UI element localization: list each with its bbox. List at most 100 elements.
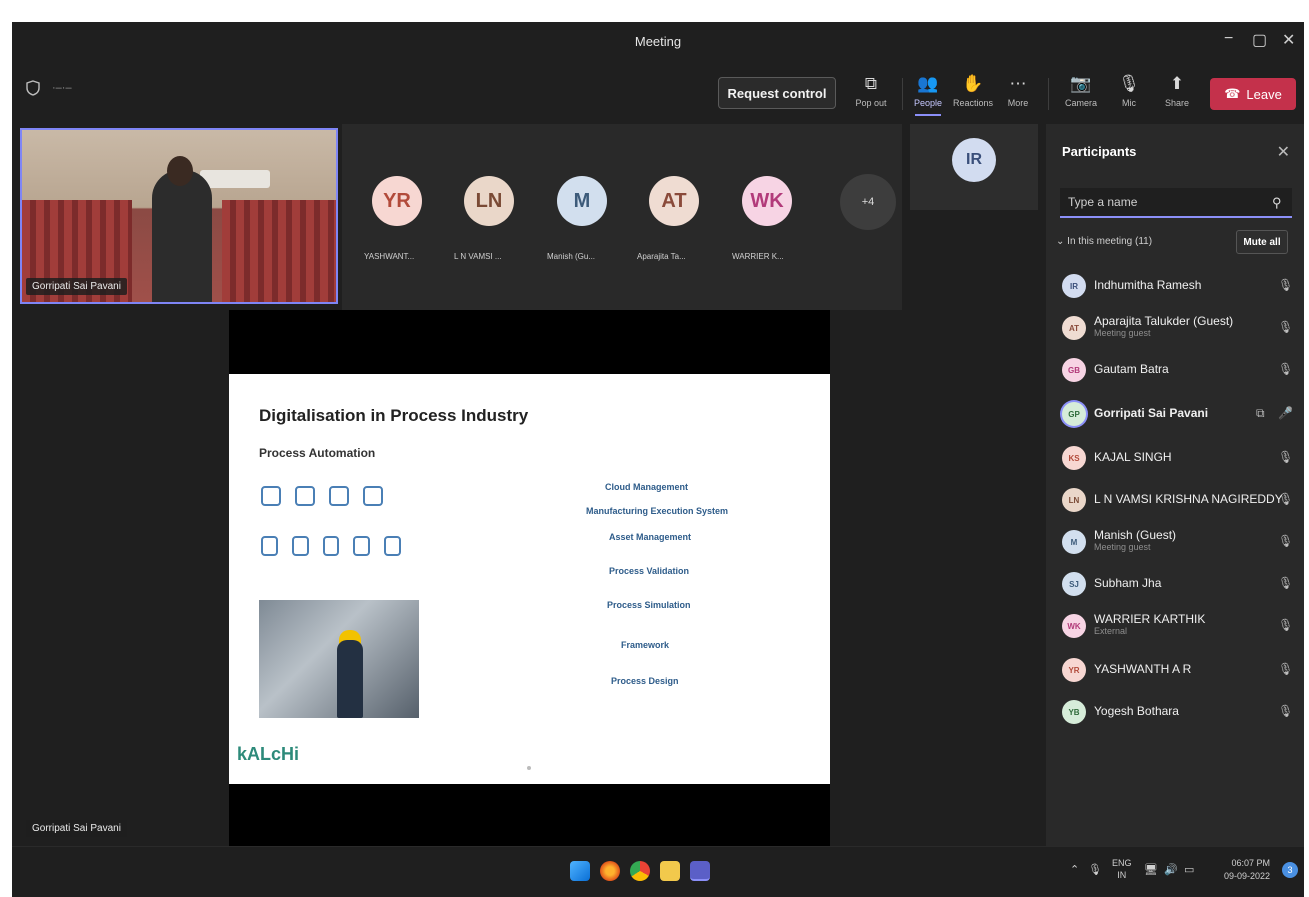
pop-out-label: Pop out bbox=[855, 98, 887, 108]
mic-label: Mic bbox=[1122, 98, 1136, 108]
windows-start-icon[interactable] bbox=[570, 861, 590, 881]
ir-video-tile[interactable]: IR bbox=[910, 124, 1038, 210]
participant-role: Meeting guest bbox=[1094, 328, 1151, 338]
in-meeting-header[interactable]: ⌄ In this meeting (11) bbox=[1056, 236, 1152, 247]
mic-button[interactable]: 🎙 Mic bbox=[1106, 74, 1152, 108]
list-item[interactable]: GB Gautam Batra 🎙 bbox=[1046, 350, 1304, 390]
avatar: IR bbox=[1062, 274, 1086, 298]
request-control-button[interactable]: Request control bbox=[718, 77, 836, 109]
participant-name: KAJAL SINGH bbox=[1094, 450, 1172, 464]
list-item[interactable]: YB Yogesh Bothara 🎙 bbox=[1046, 692, 1304, 732]
list-item[interactable]: GP Gorripati Sai Pavani ⧉ 🎤 bbox=[1046, 394, 1304, 434]
firefox-icon[interactable] bbox=[600, 861, 620, 881]
shared-slide: Digitalisation in Process Industry Proce… bbox=[229, 374, 830, 784]
forward-icon bbox=[261, 536, 278, 556]
search-icon[interactable]: ⚲ bbox=[1272, 195, 1282, 211]
factory-icon bbox=[295, 486, 315, 506]
mic-off-icon[interactable]: 🎙 bbox=[1278, 618, 1293, 632]
volume-icon[interactable]: 🔊 bbox=[1164, 863, 1178, 876]
mic-off-icon[interactable]: 🎙 bbox=[1278, 662, 1293, 676]
participant-role: External bbox=[1094, 626, 1128, 636]
participant-name: Subham Jha bbox=[1094, 576, 1162, 590]
participant-name: Yogesh Bothara bbox=[1094, 704, 1179, 718]
more-dots-icon[interactable]: ·–·– bbox=[52, 82, 72, 94]
slide-item: Asset Management bbox=[609, 532, 692, 542]
mic-off-icon[interactable]: 🎙 bbox=[1278, 450, 1293, 464]
list-item[interactable]: M Manish (Guest) Meeting guest 🎙 bbox=[1046, 522, 1304, 562]
in-meeting-label: In this meeting (11) bbox=[1067, 236, 1153, 247]
camera-button[interactable]: 📷 Camera bbox=[1058, 74, 1104, 108]
avatar-tile-wk[interactable]: WK bbox=[742, 176, 792, 226]
slide-item: Process Design bbox=[611, 676, 679, 686]
close-icon[interactable]: ✕ bbox=[1282, 30, 1295, 50]
participant-name: L N VAMSI KRISHNA NAGIREDDY bbox=[1094, 492, 1283, 506]
avatar-initials: IR bbox=[966, 151, 982, 168]
tile-label: YASHWANT... bbox=[364, 252, 415, 261]
avatar-tile-ln[interactable]: LN bbox=[464, 176, 514, 226]
toolbar-divider bbox=[902, 78, 903, 110]
mic-off-icon[interactable]: 🎙 bbox=[1278, 576, 1293, 590]
date-text: 09-09-2022 bbox=[1224, 871, 1271, 881]
mic-off-icon[interactable]: 🎙 bbox=[1278, 534, 1293, 548]
list-item[interactable]: SJ Subham Jha 🎙 bbox=[1046, 564, 1304, 604]
close-icon[interactable]: ✕ bbox=[1277, 142, 1290, 162]
avatar: YB bbox=[1062, 700, 1086, 724]
avatar-tile-at[interactable]: AT bbox=[649, 176, 699, 226]
mic-off-icon[interactable]: 🎙 bbox=[1278, 320, 1293, 334]
people-label: People bbox=[913, 98, 943, 108]
mic-off-icon[interactable]: 🎙 bbox=[1278, 278, 1293, 292]
window-title: Meeting bbox=[634, 34, 682, 49]
more-participants-button[interactable]: +4 bbox=[840, 174, 896, 230]
gear-icon bbox=[261, 486, 281, 506]
chrome-icon[interactable] bbox=[630, 861, 650, 881]
mic-off-icon[interactable]: 🎙 bbox=[1278, 704, 1293, 718]
leave-button[interactable]: ☎ Leave bbox=[1210, 78, 1296, 110]
mic-on-icon[interactable]: 🎤 bbox=[1278, 406, 1293, 420]
slide-item: Process Validation bbox=[609, 566, 690, 576]
mic-off-icon[interactable]: 🎙 bbox=[1278, 492, 1293, 506]
battery-icon[interactable]: ▭ bbox=[1184, 863, 1194, 876]
speaker-video-tile[interactable]: Gorripati Sai Pavani bbox=[20, 128, 338, 304]
list-item[interactable]: AT Aparajita Talukder (Guest) Meeting gu… bbox=[1046, 308, 1304, 348]
avatar: GP bbox=[1062, 402, 1086, 426]
reactions-icon: ✋ bbox=[962, 74, 984, 93]
phone-hangup-icon: ☎ bbox=[1224, 86, 1241, 101]
people-button[interactable]: 👥 People bbox=[905, 74, 951, 116]
chevron-down-icon: ⌄ bbox=[1056, 236, 1068, 247]
reactions-button[interactable]: ✋ Reactions bbox=[950, 74, 996, 108]
time-text: 06:07 PM bbox=[1231, 858, 1271, 868]
language-indicator[interactable]: ENG IN bbox=[1112, 857, 1132, 881]
minimize-icon[interactable]: − bbox=[1224, 30, 1233, 48]
clock[interactable]: 06:07 PM 09-09-2022 bbox=[1224, 857, 1270, 883]
people-icon: 👥 bbox=[917, 74, 939, 93]
mic-off-icon[interactable]: 🎙 bbox=[1278, 362, 1293, 376]
search-input[interactable] bbox=[1060, 188, 1292, 218]
avatar-tile-m[interactable]: M bbox=[557, 176, 607, 226]
pop-out-button[interactable]: ⧉ Pop out bbox=[848, 74, 894, 108]
maximize-icon[interactable]: ▢ bbox=[1252, 30, 1267, 50]
leave-label: Leave bbox=[1246, 86, 1282, 102]
network-icon[interactable]: 🖥 bbox=[1144, 863, 1158, 876]
participant-name: Manish (Guest) bbox=[1094, 528, 1177, 542]
speaker-figure bbox=[152, 170, 212, 302]
title-bar: Meeting − ▢ ✕ bbox=[12, 22, 1304, 62]
list-item[interactable]: IR Indhumitha Ramesh 🎙 bbox=[1046, 266, 1304, 306]
share-button[interactable]: ⬆ Share bbox=[1154, 74, 1200, 108]
notification-badge[interactable]: 3 bbox=[1282, 862, 1298, 878]
share-screen-icon: ⧉ bbox=[1256, 406, 1265, 420]
list-item[interactable]: LN L N VAMSI KRISHNA NAGIREDDY 🎙 bbox=[1046, 480, 1304, 520]
avatar-initials: YR bbox=[383, 189, 411, 212]
chevron-up-icon[interactable]: ⌃ bbox=[1070, 863, 1079, 876]
list-item[interactable]: KS KAJAL SINGH 🎙 bbox=[1046, 438, 1304, 478]
file-explorer-icon[interactable] bbox=[660, 861, 680, 881]
list-item[interactable]: WK WARRIER KARTHIK External 🎙 bbox=[1046, 606, 1304, 646]
slide-page-dot bbox=[527, 766, 531, 770]
mic-off-icon[interactable]: 🎙 bbox=[1088, 863, 1102, 876]
mute-all-button[interactable]: Mute all bbox=[1236, 230, 1288, 254]
list-item[interactable]: YR YASHWANTH A R 🎙 bbox=[1046, 650, 1304, 690]
avatar: KS bbox=[1062, 446, 1086, 470]
teams-icon[interactable] bbox=[690, 861, 710, 881]
slide-item: Framework bbox=[621, 640, 670, 650]
avatar-tile-yr[interactable]: YR bbox=[372, 176, 422, 226]
more-button[interactable]: ⋯ More bbox=[995, 74, 1041, 108]
